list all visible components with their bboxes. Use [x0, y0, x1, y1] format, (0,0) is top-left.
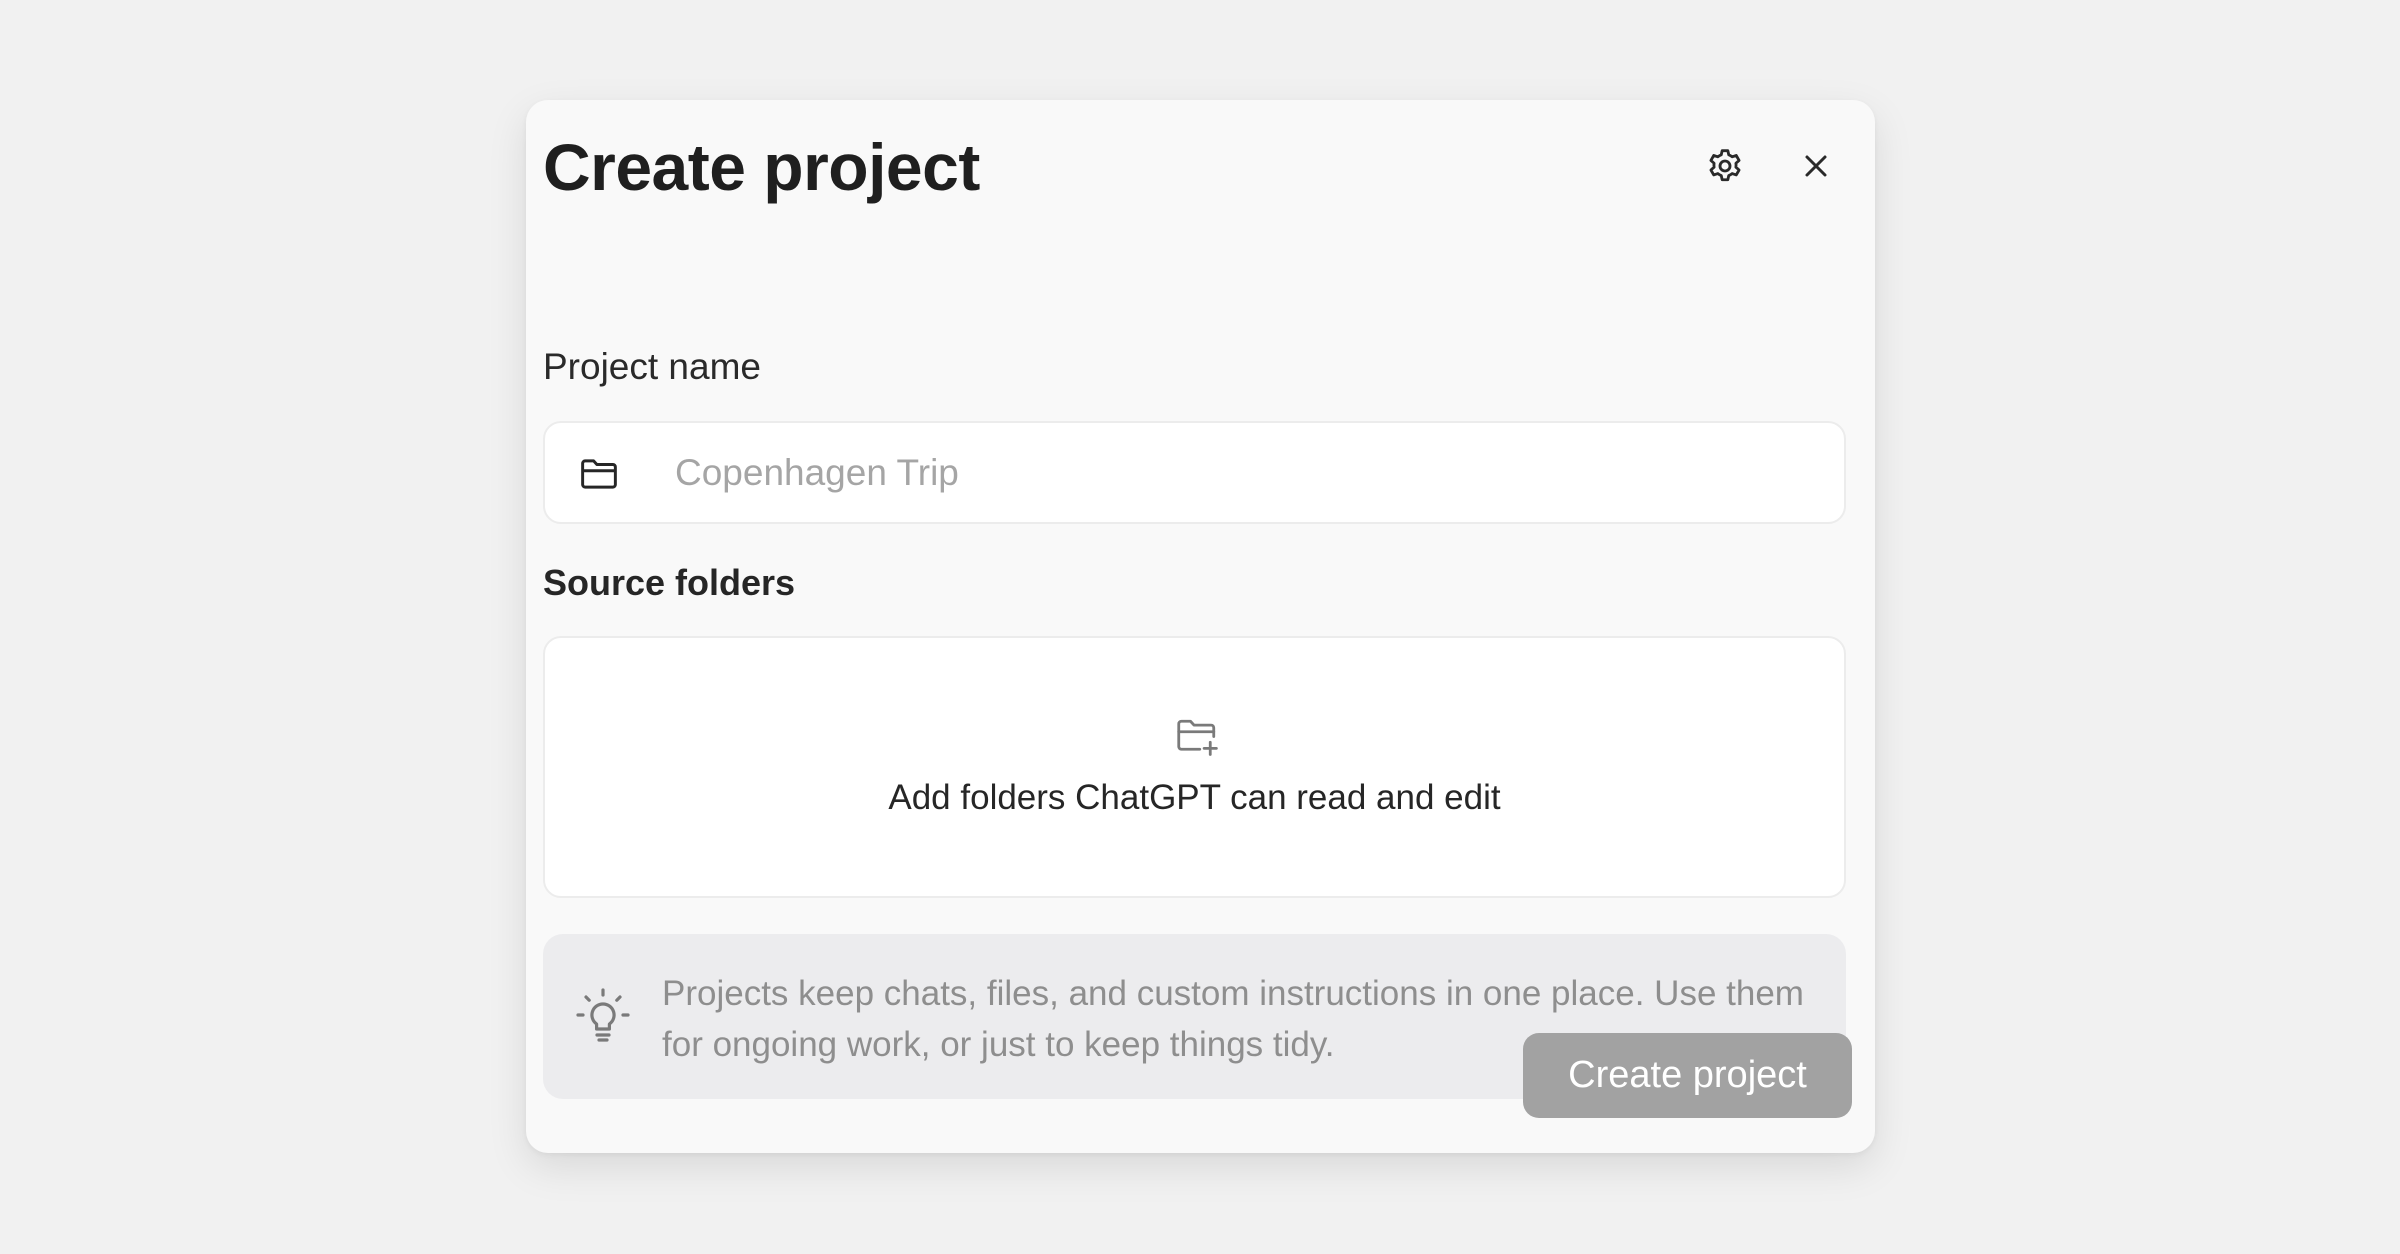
close-icon [1805, 155, 1827, 177]
create-project-dialog: Create project Project name Source folde… [526, 100, 1875, 1153]
close-button[interactable] [1784, 134, 1848, 198]
gear-icon [1709, 149, 1741, 182]
add-folders-dropzone[interactable]: Add folders ChatGPT can read and edit [543, 636, 1846, 898]
add-folders-text: Add folders ChatGPT can read and edit [888, 778, 1501, 817]
folder-add-icon [1177, 719, 1218, 756]
project-name-label: Project name [543, 346, 761, 387]
dialog-title: Create project [543, 130, 980, 204]
create-project-button[interactable]: Create project [1523, 1033, 1852, 1118]
settings-button[interactable] [1693, 134, 1757, 198]
folder-icon [581, 459, 617, 489]
lightbulb-icon [576, 988, 630, 1042]
project-name-field[interactable] [543, 421, 1846, 524]
project-name-input[interactable] [675, 441, 1805, 505]
source-folders-label: Source folders [543, 562, 796, 603]
